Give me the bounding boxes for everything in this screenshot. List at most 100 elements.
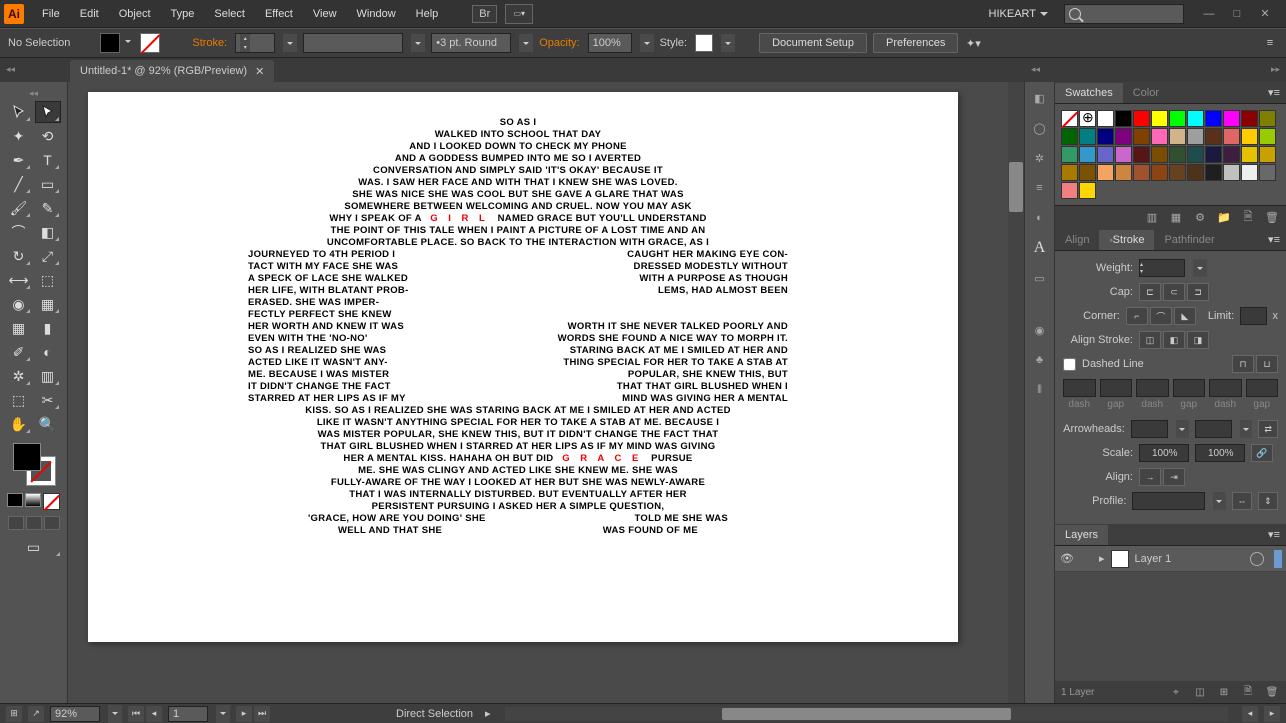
profile-dropdown[interactable] — [1213, 492, 1226, 510]
brush-dropdown[interactable] — [519, 34, 533, 52]
perspective-grid-tool[interactable]: ▦ — [35, 293, 61, 315]
draw-behind[interactable] — [26, 516, 42, 530]
dash-3[interactable] — [1209, 379, 1242, 397]
pathfinder-tab[interactable]: Pathfinder — [1154, 230, 1224, 250]
brushes-icon[interactable]: ◯ — [1030, 118, 1050, 138]
tools-collapse[interactable]: ◂◂ — [27, 86, 40, 101]
visibility-icon[interactable]: 👁 — [1059, 551, 1075, 567]
rotate-tool[interactable]: ↻ — [6, 245, 32, 267]
new-layer-icon[interactable]: 🗎 — [1240, 684, 1256, 700]
corner-miter[interactable]: ⌐ — [1126, 307, 1148, 325]
swatch[interactable] — [1097, 128, 1114, 145]
layer-row[interactable]: 👁 ▸ Layer 1 — [1055, 546, 1286, 572]
scale-start[interactable]: 100% — [1139, 444, 1189, 462]
swatch[interactable] — [1169, 146, 1186, 163]
align-center[interactable]: ◫ — [1139, 331, 1161, 349]
swatch[interactable] — [1241, 128, 1258, 145]
swatch[interactable] — [1097, 110, 1114, 127]
pencil-tool[interactable]: ✎ — [35, 197, 61, 219]
graphic-styles-icon[interactable]: ♣ — [1030, 350, 1050, 370]
symbols-icon[interactable]: ✲ — [1030, 148, 1050, 168]
eyedropper-tool[interactable]: ✐ — [6, 341, 32, 363]
symbol-sprayer-tool[interactable]: ✲ — [6, 365, 32, 387]
swatch[interactable] — [1187, 146, 1204, 163]
arrow-align-end[interactable]: ⇥ — [1163, 468, 1185, 486]
dash-align[interactable]: ⊔ — [1256, 355, 1278, 373]
swatch[interactable] — [1205, 128, 1222, 145]
stroke-color[interactable] — [140, 33, 160, 53]
rectangle-tool[interactable]: ▭ — [35, 173, 61, 195]
lasso-tool[interactable]: ⟲ — [35, 125, 61, 147]
canvas-area[interactable]: so as iwalked into school that dayand i … — [68, 82, 1024, 703]
gap-1[interactable] — [1100, 379, 1133, 397]
panel-collapse-left[interactable]: ◂◂ — [4, 62, 17, 77]
swatch[interactable] — [1223, 164, 1240, 181]
make-clipping-icon[interactable]: ◫ — [1192, 684, 1208, 700]
align-inside[interactable]: ◧ — [1163, 331, 1185, 349]
draw-inside[interactable] — [44, 516, 60, 530]
new-sublayer-icon[interactable]: ⊞ — [1216, 684, 1232, 700]
menu-help[interactable]: Help — [406, 4, 449, 24]
swatch[interactable] — [1259, 128, 1276, 145]
swatch[interactable] — [1223, 128, 1240, 145]
transparency-icon[interactable]: ◐ — [1030, 208, 1050, 228]
mesh-tool[interactable]: ▦ — [6, 317, 32, 339]
swatch[interactable] — [1187, 128, 1204, 145]
scale-tool[interactable]: ⤢ — [35, 245, 61, 267]
swatch[interactable] — [1205, 110, 1222, 127]
limit-input[interactable] — [1240, 307, 1266, 325]
gradient-tool[interactable]: ▮ — [35, 317, 61, 339]
zoom-dropdown[interactable] — [108, 705, 122, 723]
swatch[interactable] — [1223, 146, 1240, 163]
corner-bevel[interactable]: ◣ — [1174, 307, 1196, 325]
swatch[interactable] — [1115, 110, 1132, 127]
blob-brush-tool[interactable]: ⌒ — [6, 221, 32, 243]
swap-arrows[interactable]: ⇄ — [1258, 420, 1278, 438]
minimize-button[interactable]: — — [1200, 7, 1218, 21]
artboard-dropdown[interactable] — [216, 705, 230, 723]
cap-round[interactable]: ⊂ — [1163, 283, 1185, 301]
swatch[interactable] — [1115, 164, 1132, 181]
width-tool[interactable]: ⟷ — [6, 269, 32, 291]
swatch[interactable] — [1061, 128, 1078, 145]
swatch[interactable] — [1133, 164, 1150, 181]
swatch[interactable] — [1115, 146, 1132, 163]
column-graph-tool[interactable]: ▥ — [35, 365, 61, 387]
swatch[interactable] — [1061, 182, 1078, 199]
document-tab[interactable]: Untitled-1* @ 92% (RGB/Preview) ✕ — [70, 60, 274, 82]
menu-edit[interactable]: Edit — [70, 4, 109, 24]
dash-2[interactable] — [1136, 379, 1169, 397]
stroke-menu-icon[interactable]: ▾≡ — [1262, 233, 1286, 246]
dashed-line-checkbox[interactable] — [1063, 358, 1076, 371]
direct-selection-tool[interactable] — [35, 101, 61, 123]
panel-collapse-right[interactable]: ◂◂ — [1029, 62, 1042, 77]
swatch[interactable] — [1169, 110, 1186, 127]
swatch[interactable] — [1079, 128, 1096, 145]
control-expand-icon[interactable]: ≡ — [1262, 35, 1278, 51]
fill-stroke-indicator[interactable] — [13, 443, 55, 485]
new-swatch-icon[interactable]: 🗎 — [1240, 210, 1256, 226]
scale-link[interactable]: 🔗 — [1251, 444, 1273, 462]
opacity-label[interactable]: Opacity: — [539, 37, 579, 49]
arrow-start[interactable] — [1131, 420, 1168, 438]
swatch[interactable] — [1223, 110, 1240, 127]
gradient-mode[interactable] — [25, 493, 41, 507]
scale-end[interactable]: 100% — [1195, 444, 1245, 462]
gap-2[interactable] — [1173, 379, 1206, 397]
swatch[interactable] — [1241, 146, 1258, 163]
dash-preserve[interactable]: ⊓ — [1232, 355, 1254, 373]
stroke-dock-icon[interactable]: ≡ — [1030, 178, 1050, 198]
bridge-button[interactable]: Br — [472, 5, 497, 23]
target-icon[interactable] — [1250, 552, 1264, 566]
arrow-start-dd[interactable] — [1176, 420, 1188, 438]
swatch[interactable] — [1187, 164, 1204, 181]
swatch[interactable] — [1097, 164, 1114, 181]
layers-menu-icon[interactable]: ▾≡ — [1262, 528, 1286, 541]
corner-round[interactable]: ⌒ — [1150, 307, 1172, 325]
swatch[interactable] — [1241, 164, 1258, 181]
search-input[interactable] — [1064, 4, 1184, 24]
paragraph-icon[interactable]: ▭ — [1030, 268, 1050, 288]
menu-window[interactable]: Window — [347, 4, 406, 24]
swatches-menu-icon[interactable]: ▾≡ — [1262, 86, 1286, 99]
first-artboard[interactable]: ⏮ — [128, 706, 144, 722]
